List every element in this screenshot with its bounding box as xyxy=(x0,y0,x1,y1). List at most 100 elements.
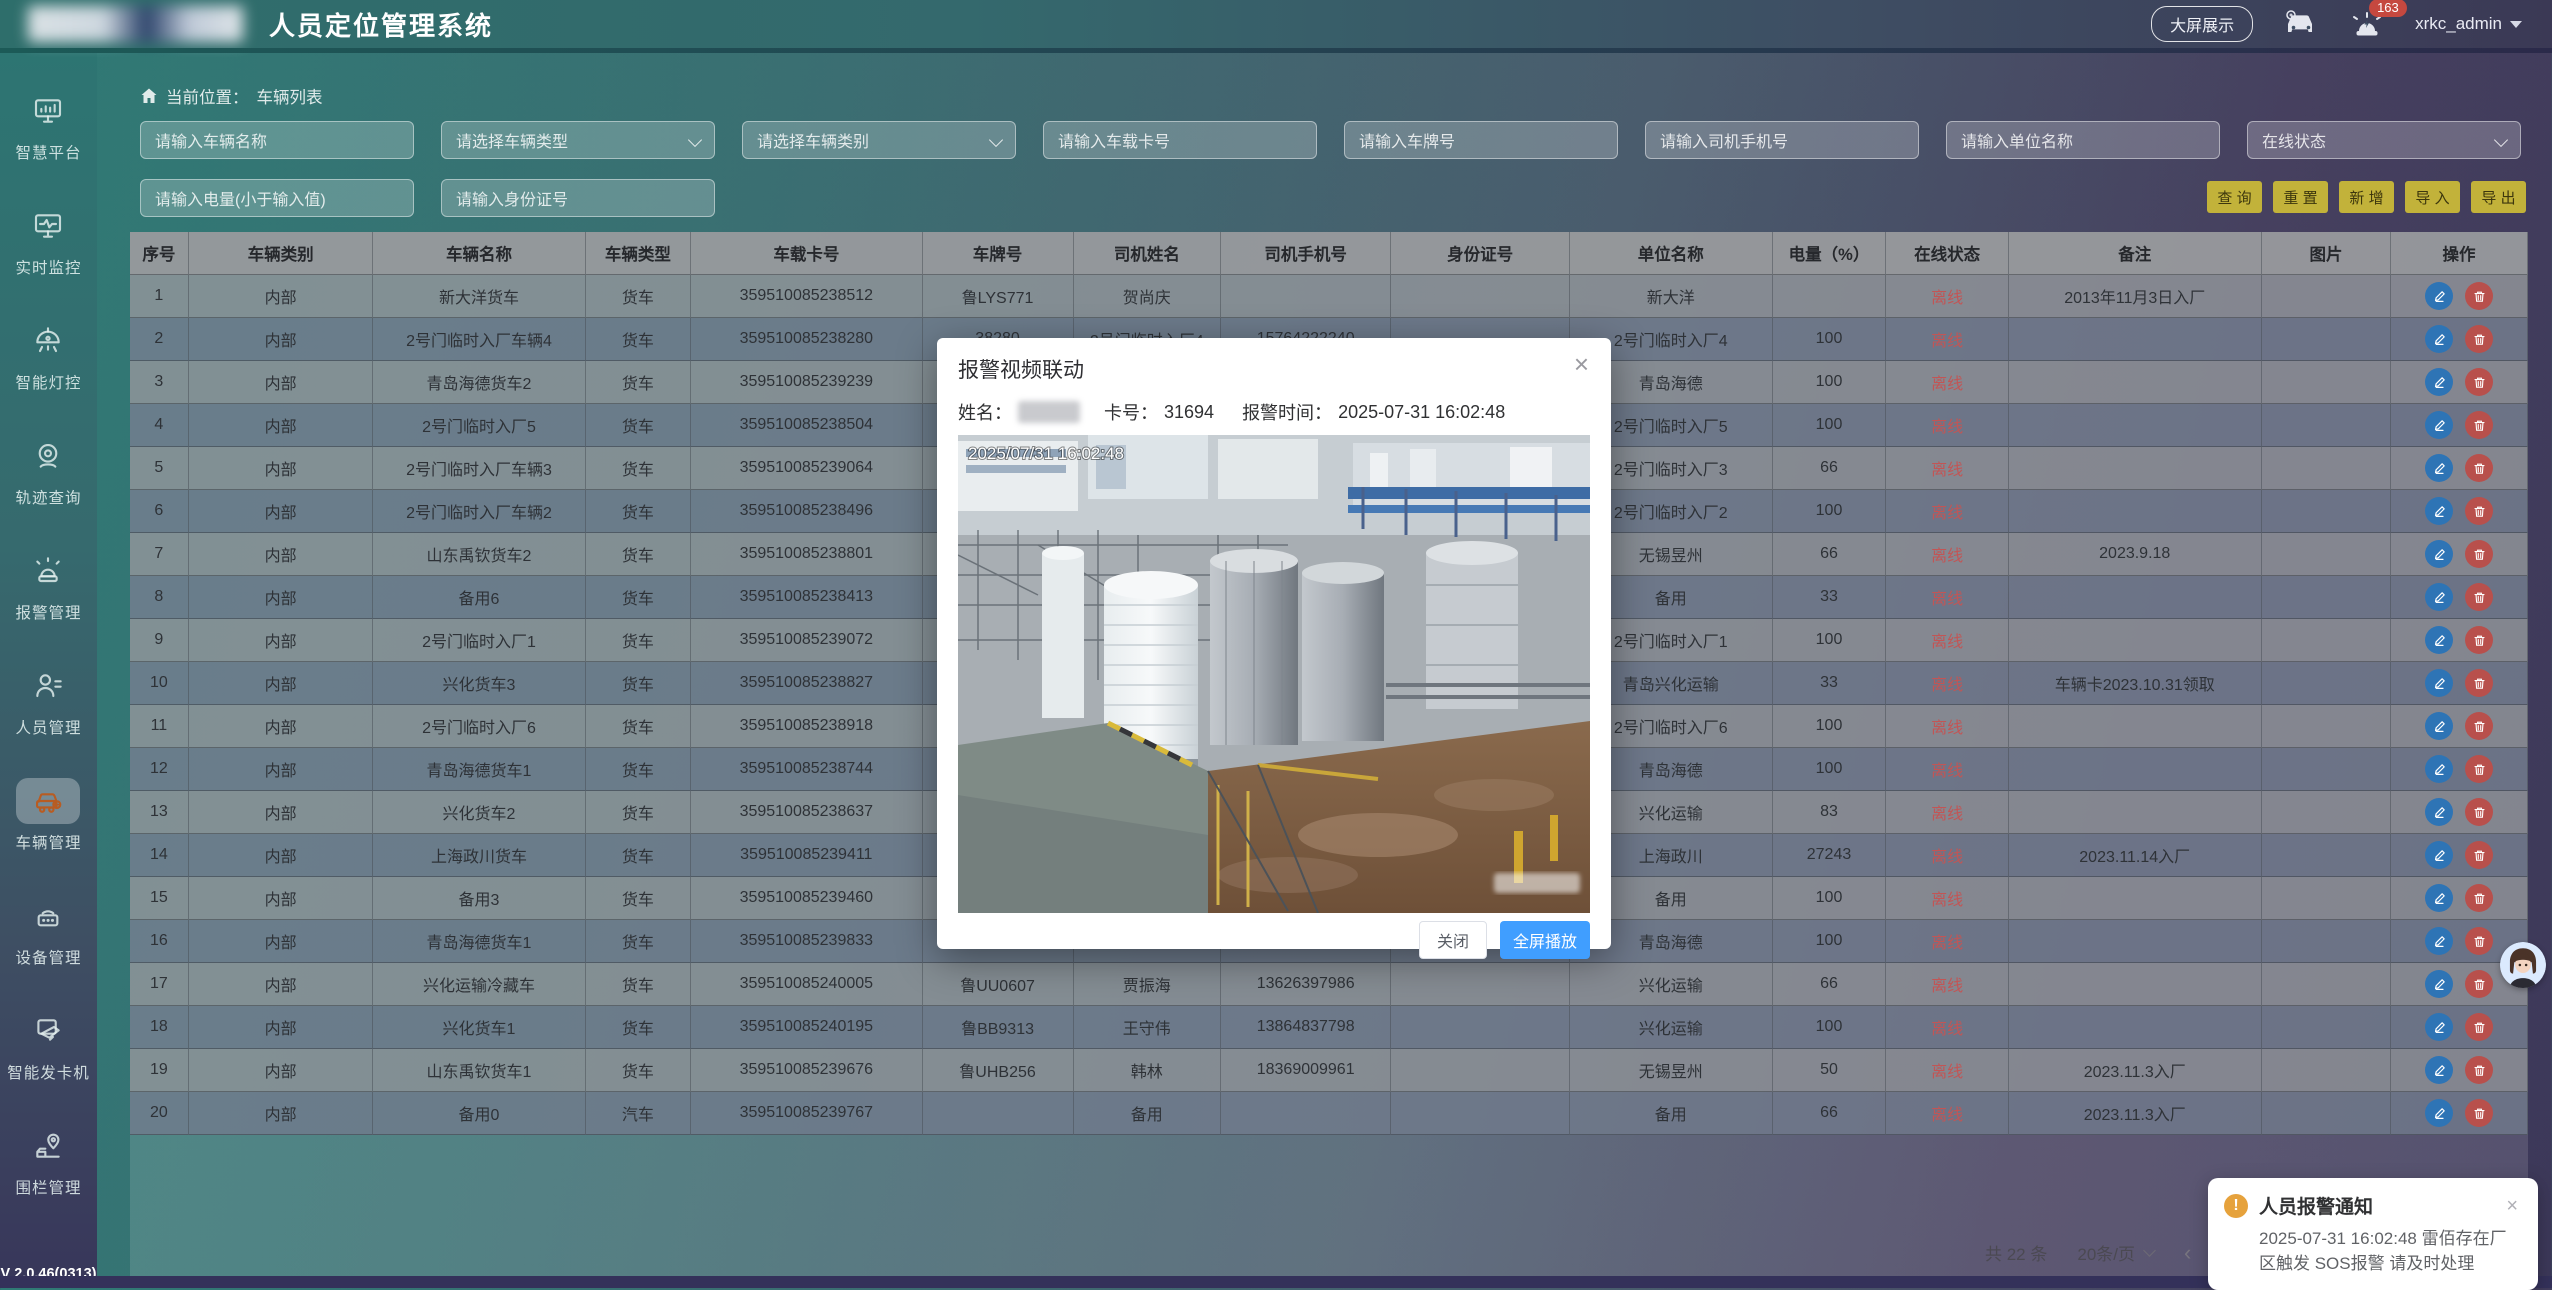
cell-type: 货车 xyxy=(586,447,692,490)
sidebar-menu: 智慧平台实时监控智能灯控轨迹查询报警管理人员管理车辆管理设备管理智能发卡机围栏管… xyxy=(0,48,97,1198)
sidebar-item-card-machine[interactable]: 智能发卡机 xyxy=(7,1008,90,1083)
vehicle-monitor-icon[interactable] xyxy=(2283,9,2319,39)
filter-online-status-select[interactable]: 在线状态 xyxy=(2247,121,2521,159)
sidebar: 智慧平台实时监控智能灯控轨迹查询报警管理人员管理车辆管理设备管理智能发卡机围栏管… xyxy=(0,48,97,1288)
cell-index: 9 xyxy=(130,619,189,662)
filter-battery-input[interactable]: 请输入电量(小于输入值) xyxy=(140,179,414,217)
sidebar-item-vehicle-manage[interactable]: 车辆管理 xyxy=(15,778,81,853)
sidebar-item-smart-light[interactable]: 智能灯控 xyxy=(15,318,81,393)
delete-button[interactable] xyxy=(2465,497,2493,525)
sidebar-item-smart-platform[interactable]: 智慧平台 xyxy=(15,88,81,163)
delete-button[interactable] xyxy=(2465,454,2493,482)
cell-remark xyxy=(2009,361,2262,404)
delete-button[interactable] xyxy=(2465,884,2493,912)
edit-button[interactable] xyxy=(2425,1056,2453,1084)
filter-driver-phone-input[interactable]: 请输入司机手机号 xyxy=(1645,121,1919,159)
delete-button[interactable] xyxy=(2465,755,2493,783)
filter-vehicle-name-input[interactable]: 请输入车辆名称 xyxy=(140,121,414,159)
assistant-avatar[interactable] xyxy=(2500,942,2546,988)
big-screen-button[interactable]: 大屏展示 xyxy=(2151,6,2253,42)
edit-button[interactable] xyxy=(2425,798,2453,826)
delete-button[interactable] xyxy=(2465,583,2493,611)
delete-button[interactable] xyxy=(2465,970,2493,998)
delete-button[interactable] xyxy=(2465,540,2493,568)
edit-button[interactable] xyxy=(2425,712,2453,740)
track-icon xyxy=(16,433,80,479)
delete-button[interactable] xyxy=(2465,368,2493,396)
edit-button[interactable] xyxy=(2425,1099,2453,1127)
cell-category: 内部 xyxy=(189,576,374,619)
filter-vehicle-category-select[interactable]: 请选择车辆类别 xyxy=(742,121,1016,159)
delete-button[interactable] xyxy=(2465,282,2493,310)
cell-category: 内部 xyxy=(189,533,374,576)
reset-button[interactable]: 重 置 xyxy=(2273,181,2328,213)
close-button[interactable]: 关闭 xyxy=(1419,921,1487,959)
delete-button[interactable] xyxy=(2465,927,2493,955)
alarm-bell-icon[interactable]: 163 xyxy=(2349,9,2385,39)
edit-button[interactable] xyxy=(2425,368,2453,396)
edit-button[interactable] xyxy=(2425,755,2453,783)
edit-button[interactable] xyxy=(2425,884,2453,912)
edit-button[interactable] xyxy=(2425,970,2453,998)
cell-battery: 66 xyxy=(1773,1092,1887,1135)
fullscreen-play-button[interactable]: 全屏播放 xyxy=(1500,921,1590,959)
delete-button[interactable] xyxy=(2465,411,2493,439)
delete-button[interactable] xyxy=(2465,798,2493,826)
edit-button[interactable] xyxy=(2425,669,2453,697)
cell-name: 山东禹钦货车1 xyxy=(373,1049,585,1092)
edit-button[interactable] xyxy=(2425,583,2453,611)
edit-button[interactable] xyxy=(2425,927,2453,955)
device-icon xyxy=(16,893,80,939)
cell-status: 离线 xyxy=(1886,1049,2008,1092)
cctv-video-frame[interactable]: 2025/07/31 16:02:48 xyxy=(958,435,1590,913)
delete-button[interactable] xyxy=(2465,841,2493,869)
filter-card-no-input[interactable]: 请输入车载卡号 xyxy=(1043,121,1317,159)
edit-button[interactable] xyxy=(2425,1013,2453,1041)
filter-org-name-input[interactable]: 请输入单位名称 xyxy=(1946,121,2220,159)
page-size-select[interactable]: 20条/页 xyxy=(2077,1240,2154,1265)
edit-button[interactable] xyxy=(2425,325,2453,353)
edit-button[interactable] xyxy=(2425,626,2453,654)
edit-button[interactable] xyxy=(2425,497,2453,525)
placeholder-text: 请输入司机手机号 xyxy=(1660,128,1788,152)
delete-button[interactable] xyxy=(2465,325,2493,353)
edit-button[interactable] xyxy=(2425,540,2453,568)
filter-vehicle-type-select[interactable]: 请选择车辆类型 xyxy=(441,121,715,159)
add-button[interactable]: 新 增 xyxy=(2339,181,2394,213)
export-button[interactable]: 导 出 xyxy=(2471,181,2526,213)
placeholder-text: 请输入电量(小于输入值) xyxy=(155,186,326,210)
sidebar-item-label: 车辆管理 xyxy=(15,831,81,853)
sidebar-item-person-manage[interactable]: 人员管理 xyxy=(15,663,81,738)
edit-button[interactable] xyxy=(2425,282,2453,310)
cell-image xyxy=(2262,275,2391,318)
edit-button[interactable] xyxy=(2425,454,2453,482)
import-button[interactable]: 导 入 xyxy=(2405,181,2460,213)
sidebar-item-realtime-monitor[interactable]: 实时监控 xyxy=(15,203,81,278)
sidebar-item-alarm-manage[interactable]: 报警管理 xyxy=(15,548,81,623)
card-number: 31694 xyxy=(1164,402,1214,423)
column-header-index: 序号 xyxy=(130,232,189,275)
delete-button[interactable] xyxy=(2465,626,2493,654)
edit-button[interactable] xyxy=(2425,841,2453,869)
delete-button[interactable] xyxy=(2465,712,2493,740)
edit-button[interactable] xyxy=(2425,411,2453,439)
sidebar-item-device-manage[interactable]: 设备管理 xyxy=(15,893,81,968)
prev-page-button[interactable]: ‹ xyxy=(2184,1244,2191,1262)
sidebar-item-fence-manage[interactable]: 围栏管理 xyxy=(15,1123,81,1198)
placeholder-text: 请输入车辆名称 xyxy=(155,128,267,152)
delete-button[interactable] xyxy=(2465,1099,2493,1127)
filter-plate-no-input[interactable]: 请输入车牌号 xyxy=(1344,121,1618,159)
sidebar-item-track-query[interactable]: 轨迹查询 xyxy=(15,433,81,508)
user-menu[interactable]: xrkc_admin xyxy=(2415,14,2522,34)
column-header-remark: 备注 xyxy=(2009,232,2262,275)
filter-id-card-input[interactable]: 请输入身份证号 xyxy=(441,179,715,217)
cell-status: 离线 xyxy=(1886,705,2008,748)
cell-phone: 13626397986 xyxy=(1221,963,1391,1006)
modal-close-button[interactable]: × xyxy=(1568,350,1595,378)
cell-status: 离线 xyxy=(1886,748,2008,791)
delete-button[interactable] xyxy=(2465,1013,2493,1041)
search-button[interactable]: 查 询 xyxy=(2207,181,2262,213)
toast-close-button[interactable]: × xyxy=(2500,1195,2524,1217)
delete-button[interactable] xyxy=(2465,669,2493,697)
delete-button[interactable] xyxy=(2465,1056,2493,1084)
